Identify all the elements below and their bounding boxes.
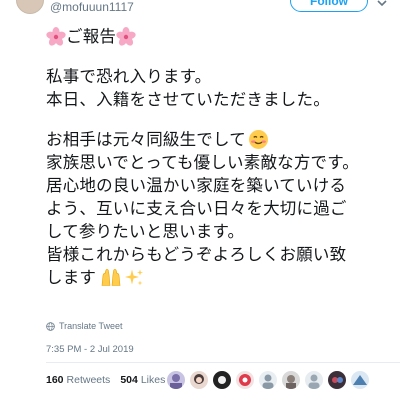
translate-label[interactable]: Translate Tweet (59, 321, 123, 331)
liker-avatar[interactable] (304, 370, 324, 390)
tweet-text: ご報告 私事で恐れ入ります。 本日、入籍をさせていただきました。 お相手は元々同… (46, 25, 396, 289)
tweet-title-line: ご報告 (46, 25, 396, 48)
translate-tweet-link[interactable]: Translate Tweet (46, 321, 123, 331)
tweet-line: 本日、入籍をさせていただきました。 (46, 90, 330, 109)
liker-avatar[interactable] (212, 370, 232, 390)
tweet-line: して参りたいと思います。 (46, 222, 245, 241)
retweets-label[interactable]: Retweets (67, 374, 111, 386)
globe-icon (46, 321, 55, 331)
liker-avatar[interactable] (327, 370, 347, 390)
tweet-line: 居心地の良い温かい家庭を築いていける (46, 176, 347, 195)
liker-avatar[interactable] (258, 370, 278, 390)
chevron-down-icon[interactable] (376, 0, 388, 8)
liker-avatar[interactable] (350, 370, 370, 390)
cherry-blossom-icon (46, 26, 66, 46)
liker-avatar[interactable] (189, 370, 209, 390)
liker-avatar[interactable] (281, 370, 301, 390)
tweet-timestamp[interactable]: 7:35 PM - 2 Jul 2019 (46, 344, 134, 355)
divider (46, 362, 400, 363)
tweet-line: します (46, 268, 97, 287)
tweet-line-with-emoji: します (46, 266, 396, 289)
retweets-count[interactable]: 160 (46, 374, 64, 386)
tweet-title: ご報告 (66, 27, 117, 46)
tweet-header: @mofuuun1117 Follow (0, 0, 400, 22)
liker-avatars (166, 370, 370, 390)
cherry-blossom-icon (116, 26, 136, 46)
tweet-line: よう、互いに支え合い日々を大切に過ご (46, 199, 347, 218)
author-avatar[interactable] (16, 0, 44, 14)
liker-avatar[interactable] (166, 370, 186, 390)
raising-hands-icon (101, 268, 121, 286)
smiling-face-icon (248, 130, 268, 149)
tweet-line: 皆様これからもどうぞよろしくお願い致 (46, 245, 347, 264)
tweet-line: 家族思いでとっても優しい素敵な方です。 (46, 153, 360, 172)
likes-count[interactable]: 504 (120, 374, 138, 386)
author-handle[interactable]: @mofuuun1117 (50, 0, 134, 14)
tweet-line: 私事で恐れ入ります。 (46, 67, 212, 86)
tweet-line-with-emoji: お相手は元々同級生でして (46, 128, 396, 151)
sparkles-icon (125, 269, 144, 286)
likes-label[interactable]: Likes (141, 374, 166, 386)
liker-avatar[interactable] (235, 370, 255, 390)
tweet-stats: 160 Retweets 504 Likes (46, 374, 165, 386)
tweet-line: お相手は元々同級生でして (46, 130, 246, 149)
follow-button[interactable]: Follow (290, 0, 368, 12)
